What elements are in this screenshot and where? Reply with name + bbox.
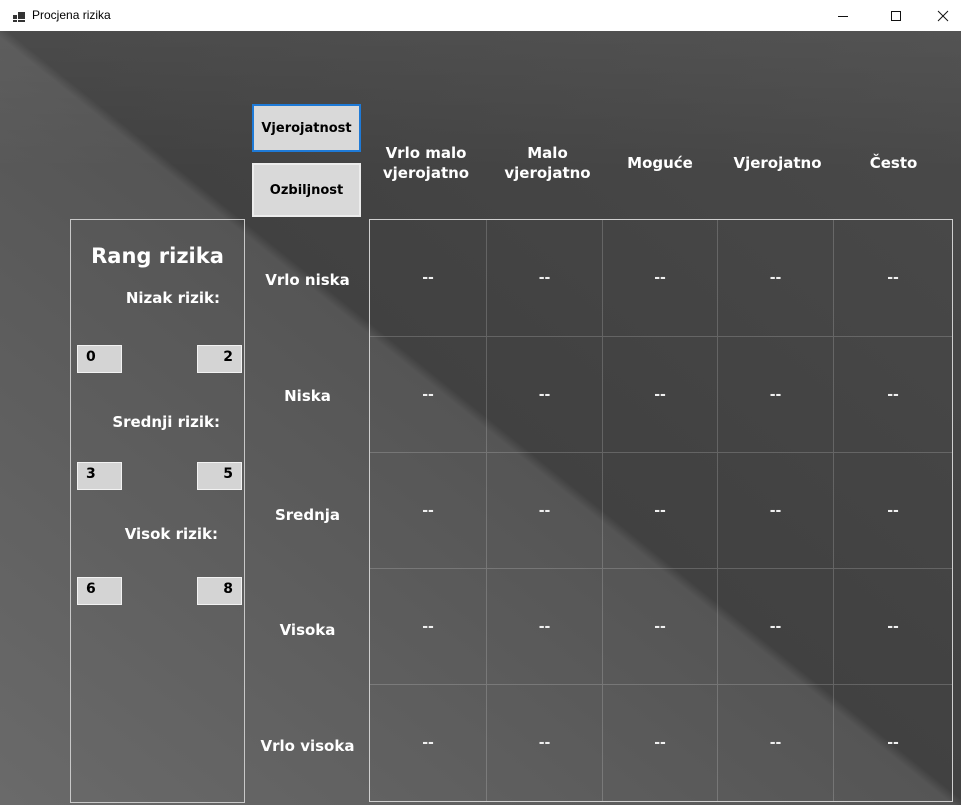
- matrix-cell[interactable]: --: [370, 220, 487, 337]
- matrix-cell[interactable]: --: [603, 685, 718, 801]
- low-risk-label: Nizak rizik:: [125, 289, 220, 307]
- matrix-cell[interactable]: --: [834, 569, 952, 685]
- medium-risk-label: Srednji rizik:: [112, 413, 220, 431]
- risk-matrix: -- -- -- -- -- -- -- -- -- -- -- -- -- -- -- -- -- -- -- --…: [369, 219, 953, 802]
- matrix-cell[interactable]: --: [718, 569, 834, 685]
- matrix-cell[interactable]: --: [487, 685, 603, 801]
- high-risk-max-field[interactable]: 8: [197, 577, 242, 605]
- row-header-medium: Srednja: [274, 506, 341, 524]
- probability-button[interactable]: Vjerojatnost: [252, 104, 361, 152]
- matrix-cell[interactable]: --: [834, 453, 952, 569]
- matrix-cell[interactable]: --: [370, 337, 487, 453]
- matrix-cell[interactable]: --: [718, 337, 834, 453]
- column-header-possible: Moguće: [627, 154, 693, 172]
- main-area: Vjerojatnost Ozbiljnost Rang rizika Niza…: [0, 31, 961, 805]
- column-header-unlikely: Malo vjerojatno: [504, 144, 591, 182]
- row-header-very-low: Vrlo niska: [265, 271, 350, 289]
- window-title: Procjena rizika: [32, 8, 111, 22]
- matrix-cell[interactable]: --: [603, 337, 718, 453]
- severity-button[interactable]: Ozbiljnost: [252, 163, 361, 217]
- close-button[interactable]: [920, 0, 961, 31]
- close-icon: [937, 10, 949, 21]
- matrix-cell[interactable]: --: [718, 220, 834, 337]
- column-header-likely: Vjerojatno: [733, 154, 822, 172]
- column-header-frequent: Često: [869, 154, 918, 172]
- matrix-cell[interactable]: --: [370, 453, 487, 569]
- matrix-cell[interactable]: --: [718, 685, 834, 801]
- high-risk-min-field[interactable]: 6: [77, 577, 122, 605]
- column-header-very-unlikely: Vrlo malo vjerojatno: [382, 144, 470, 182]
- medium-risk-min-field[interactable]: 3: [77, 462, 122, 490]
- matrix-cell[interactable]: --: [603, 220, 718, 337]
- high-risk-label: Visok rizik:: [124, 525, 218, 543]
- matrix-cell[interactable]: --: [603, 453, 718, 569]
- matrix-cell[interactable]: --: [487, 337, 603, 453]
- matrix-cell[interactable]: --: [834, 220, 952, 337]
- app-icon: [13, 12, 25, 22]
- matrix-cell[interactable]: --: [834, 337, 952, 453]
- matrix-cell[interactable]: --: [487, 453, 603, 569]
- matrix-cell[interactable]: --: [487, 569, 603, 685]
- maximize-button[interactable]: [873, 0, 919, 31]
- minimize-button[interactable]: [820, 0, 866, 31]
- risk-range-title: Rang rizika: [91, 244, 224, 268]
- matrix-cell[interactable]: --: [718, 453, 834, 569]
- matrix-cell[interactable]: --: [834, 685, 952, 801]
- medium-risk-max-field[interactable]: 5: [197, 462, 242, 490]
- title-bar: Procjena rizika: [0, 0, 961, 31]
- matrix-cell[interactable]: --: [370, 685, 487, 801]
- low-risk-max-field[interactable]: 2: [197, 345, 242, 373]
- matrix-cell[interactable]: --: [487, 220, 603, 337]
- minimize-icon: [838, 15, 848, 17]
- maximize-icon: [891, 10, 901, 21]
- row-header-very-high: Vrlo visoka: [260, 737, 355, 755]
- low-risk-min-field[interactable]: 0: [77, 345, 122, 373]
- matrix-cell[interactable]: --: [603, 569, 718, 685]
- row-header-low: Niska: [284, 387, 331, 405]
- matrix-cell[interactable]: --: [370, 569, 487, 685]
- row-header-high: Visoka: [279, 621, 336, 639]
